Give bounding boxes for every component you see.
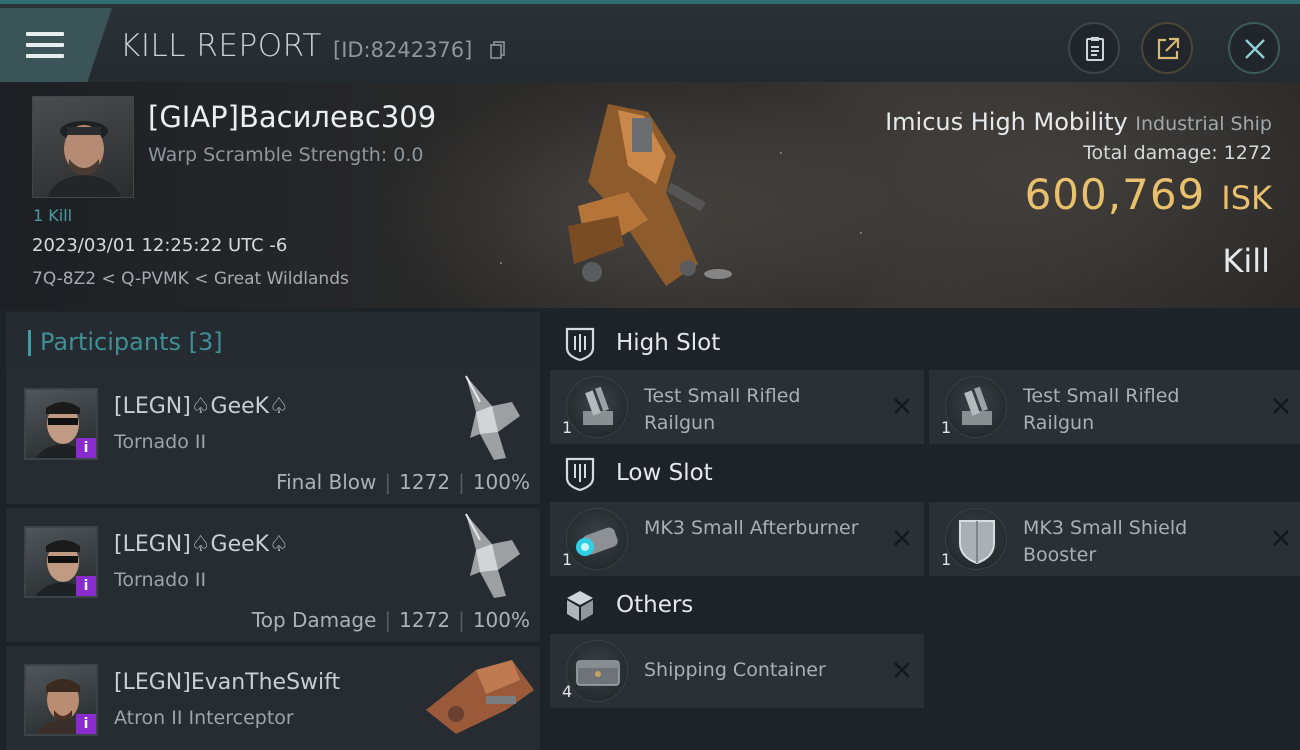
- participant-role: Final Blow: [276, 470, 377, 494]
- fitted-item[interactable]: 1 MK3 Small Shield Booster: [929, 502, 1300, 576]
- kill-datetime: 2023/03/01 12:25:22 UTC -6: [32, 235, 288, 256]
- victim-name[interactable]: [GIAP]Василевс309: [148, 100, 436, 134]
- remove-x-icon[interactable]: [892, 396, 912, 416]
- others-label: Others: [616, 592, 694, 618]
- participant-card[interactable]: i [LEGN]♤GeeK♤ Tornado II Top Damage | 127…: [6, 508, 540, 642]
- victim-avatar[interactable]: [32, 96, 134, 198]
- ship-name-text: Imicus High Mobility: [885, 108, 1128, 136]
- participant-name[interactable]: [LEGN]EvanTheSwift: [114, 670, 340, 695]
- high-slot-label: High Slot: [616, 330, 721, 356]
- item-name: MK3 Small Shield Booster: [1023, 517, 1188, 566]
- participants-panel: Participants [3] i [LEGN]♤GeeK♤ Tornado …: [0, 308, 546, 750]
- participant-damage: 1272: [399, 470, 451, 494]
- participant-name[interactable]: [LEGN]♤GeeK♤: [114, 394, 289, 419]
- share-icon: [1157, 37, 1180, 60]
- item-quantity: 1: [562, 550, 573, 569]
- item-name: Shipping Container: [644, 659, 826, 681]
- low-slot-icon: [565, 457, 595, 492]
- victim-ship-image[interactable]: [548, 96, 738, 302]
- warp-scramble-strength: Warp Scramble Strength: 0.0: [148, 144, 424, 166]
- item-name: MK3 Small Afterburner: [644, 517, 859, 539]
- railgun-icon: [566, 376, 628, 438]
- close-icon: [1245, 39, 1265, 59]
- remove-x-icon[interactable]: [1271, 396, 1291, 416]
- participant-ship: Tornado II: [114, 569, 207, 591]
- total-damage: Total damage: 1272: [1083, 142, 1272, 164]
- participant-stats: Final Blow | 1272 | 100%: [276, 470, 530, 494]
- close-button[interactable]: [1228, 22, 1280, 74]
- top-bar: KILL REPORT [ID:8242376]: [0, 0, 1300, 82]
- menu-button[interactable]: [0, 8, 112, 82]
- menu-icon: [26, 32, 64, 60]
- participant-name[interactable]: [LEGN]♤GeeK♤: [114, 532, 289, 557]
- shield-booster-icon: [945, 508, 1007, 570]
- item-quantity: 4: [562, 682, 573, 701]
- isk-unit: ISK: [1221, 179, 1272, 217]
- low-slot-label: Low Slot: [616, 460, 713, 486]
- item-quantity: 1: [941, 418, 952, 437]
- remove-x-icon[interactable]: [1271, 528, 1291, 548]
- shipping-container-icon: [566, 640, 628, 702]
- item-name: Test Small Rifled Railgun: [644, 385, 801, 434]
- share-button[interactable]: [1141, 22, 1193, 74]
- participant-card[interactable]: i [LEGN]EvanTheSwift Atron II Intercepto…: [6, 646, 540, 750]
- page-title: KILL REPORT: [120, 28, 322, 64]
- fitted-item[interactable]: 4 Shipping Container: [550, 634, 924, 708]
- remove-x-icon[interactable]: [892, 528, 912, 548]
- fitting-panel: High Slot 1 Test Small Rifled Railgun 1 …: [546, 308, 1300, 750]
- copy-icon[interactable]: [490, 41, 506, 59]
- participants-title: Participants [3]: [40, 328, 223, 356]
- info-badge[interactable]: i: [76, 438, 96, 458]
- report-id: [ID:8242376]: [333, 38, 473, 62]
- cargo-box-icon: [567, 591, 593, 621]
- participants-header: Participants [3]: [6, 312, 540, 374]
- isk-value: 600,769 ISK: [1025, 170, 1272, 219]
- info-badge[interactable]: i: [76, 576, 96, 596]
- fitted-item[interactable]: 1 Test Small Rifled Railgun: [929, 370, 1300, 444]
- victim-summary: [GIAP]Василевс309 Warp Scramble Strength…: [0, 82, 1300, 308]
- participant-damage: 1272: [399, 608, 451, 632]
- total-damage-value: 1272: [1223, 142, 1272, 164]
- railgun-icon: [945, 376, 1007, 438]
- participant-percent: 100%: [472, 608, 530, 632]
- participant-avatar[interactable]: i: [24, 388, 98, 460]
- item-name: Test Small Rifled Railgun: [1023, 385, 1180, 434]
- isk-amount: 600,769: [1024, 170, 1206, 219]
- victim-ship-name[interactable]: Imicus High Mobility Industrial Ship: [885, 108, 1272, 136]
- participant-role: Top Damage: [251, 608, 377, 632]
- participant-avatar[interactable]: i: [24, 526, 98, 598]
- clipboard-button[interactable]: [1068, 22, 1120, 74]
- remove-x-icon[interactable]: [892, 660, 912, 680]
- participant-stats: Top Damage | 1272 | 100%: [251, 608, 530, 632]
- participant-avatar[interactable]: i: [24, 664, 98, 736]
- ship-class: Industrial Ship: [1135, 113, 1272, 135]
- participant-ship-image[interactable]: [436, 510, 536, 602]
- info-badge[interactable]: i: [76, 714, 96, 734]
- participant-card[interactable]: i [LEGN]♤GeeK♤ Tornado II Final Blow | 127…: [6, 370, 540, 504]
- report-type: Kill: [1222, 242, 1270, 280]
- kill-location[interactable]: 7Q-8Z2 < Q-PVMK < Great Wildlands: [32, 269, 349, 289]
- clipboard-icon: [1086, 37, 1104, 61]
- fitted-item[interactable]: 1 Test Small Rifled Railgun: [550, 370, 924, 444]
- participant-ship: Tornado II: [114, 431, 207, 453]
- afterburner-icon: [566, 508, 628, 570]
- high-slot-icon: [565, 327, 595, 362]
- participant-ship-image[interactable]: [416, 650, 540, 738]
- fitted-item[interactable]: 1 MK3 Small Afterburner: [550, 502, 924, 576]
- participant-percent: 100%: [472, 470, 530, 494]
- total-damage-label: Total damage:: [1083, 142, 1218, 164]
- item-quantity: 1: [941, 550, 952, 569]
- participant-ship: Atron II Interceptor: [114, 707, 294, 729]
- participant-ship-image[interactable]: [436, 372, 536, 464]
- item-quantity: 1: [562, 418, 573, 437]
- kill-count: 1 Kill: [33, 206, 73, 225]
